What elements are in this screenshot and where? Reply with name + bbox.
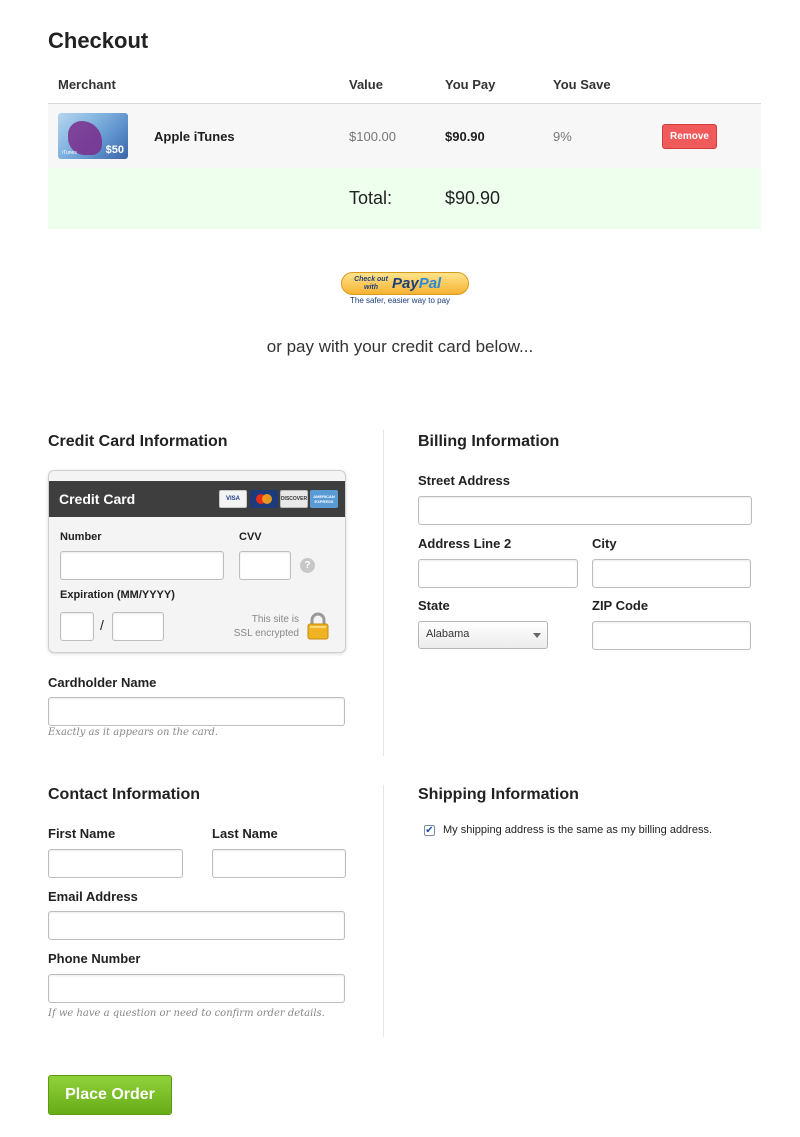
expiration-month-input[interactable] <box>60 612 94 641</box>
paypal-checkout-text: Check out with <box>354 276 388 291</box>
city-input[interactable] <box>592 559 751 588</box>
ssl-notice: This site is SSL encrypted <box>233 614 299 639</box>
page-title: Checkout <box>48 28 149 53</box>
paypal-tagline: The safer, easier way to pay <box>350 296 451 305</box>
header-value: Value <box>349 77 383 92</box>
credit-card-header: Credit Card VISA DISCOVER AMERICAN EXPRE… <box>49 481 345 517</box>
email-label: Email Address <box>48 889 138 904</box>
first-name-label: First Name <box>48 826 116 841</box>
or-pay-text: or pay with your credit card below... <box>266 337 534 356</box>
checkmark-icon: ✔ <box>425 824 434 836</box>
header-you-pay: You Pay <box>445 77 496 92</box>
state-label: State <box>418 598 450 613</box>
state-select[interactable]: Alabama <box>418 621 548 649</box>
total-row: Total: $90.90 <box>48 168 761 229</box>
item-you-pay: $90.90 <box>445 129 485 144</box>
total-label: Total: <box>349 188 393 208</box>
visa-icon: VISA <box>219 490 247 508</box>
phone-hint: If we have a question or need to confirm… <box>48 1008 325 1019</box>
chevron-down-icon <box>533 633 541 638</box>
same-address-label[interactable]: My shipping address is the same as my bi… <box>443 824 712 836</box>
paypal-logo: PayPal <box>392 275 442 292</box>
street-address-label: Street Address <box>418 473 510 488</box>
help-icon[interactable]: ? <box>300 558 315 573</box>
first-name-input[interactable] <box>48 849 183 878</box>
contact-heading: Contact Information <box>48 786 200 803</box>
itunes-gift-card-image: iTunes $50 <box>58 113 128 159</box>
cardholder-name-input[interactable] <box>48 697 345 726</box>
card-number-input[interactable] <box>60 551 224 580</box>
cardholder-label: Cardholder Name <box>48 675 157 690</box>
header-you-save: You Save <box>553 77 611 92</box>
address-line-2-label: Address Line 2 <box>418 536 512 551</box>
remove-button[interactable]: Remove <box>662 124 717 149</box>
expiration-label: Expiration (MM/YYYY) <box>60 589 175 601</box>
item-value: $100.00 <box>349 129 396 144</box>
expiration-separator: / <box>100 617 104 633</box>
street-address-input[interactable] <box>418 496 752 525</box>
same-address-checkbox[interactable]: ✔ <box>424 825 435 836</box>
last-name-label: Last Name <box>212 826 278 841</box>
cardholder-hint: Exactly as it appears on the card. <box>48 727 219 738</box>
credit-card-title: Credit Card <box>59 491 136 507</box>
billing-heading: Billing Information <box>418 433 560 450</box>
mastercard-icon <box>250 490 278 508</box>
table-row: iTunes $50 Apple iTunes $100.00 $90.90 9… <box>48 104 761 168</box>
email-input[interactable] <box>48 911 345 940</box>
place-order-button[interactable]: Place Order <box>48 1075 172 1115</box>
shipping-heading: Shipping Information <box>418 786 579 803</box>
column-divider <box>383 785 384 1037</box>
item-you-save: 9% <box>553 129 572 144</box>
city-label: City <box>592 536 617 551</box>
credit-card-heading: Credit Card Information <box>48 433 228 450</box>
total-value: $90.90 <box>445 188 501 208</box>
number-label: Number <box>60 531 102 543</box>
phone-input[interactable] <box>48 974 345 1003</box>
address-line-2-input[interactable] <box>418 559 578 588</box>
credit-card-panel: Credit Card VISA DISCOVER AMERICAN EXPRE… <box>48 470 346 653</box>
zip-code-input[interactable] <box>592 621 751 650</box>
last-name-input[interactable] <box>212 849 346 878</box>
paypal-checkout-button[interactable]: Check out with PayPal <box>341 272 469 295</box>
zip-code-label: ZIP Code <box>592 598 649 613</box>
discover-icon: DISCOVER <box>280 490 308 508</box>
header-merchant: Merchant <box>58 77 116 92</box>
amex-icon: AMERICAN EXPRESS <box>310 490 338 508</box>
column-divider <box>383 430 384 756</box>
phone-label: Phone Number <box>48 951 141 966</box>
lock-icon <box>307 612 329 640</box>
expiration-year-input[interactable] <box>112 612 164 641</box>
cvv-input[interactable] <box>239 551 291 580</box>
merchant-name: Apple iTunes <box>154 129 235 144</box>
cvv-label: CVV <box>239 531 262 543</box>
